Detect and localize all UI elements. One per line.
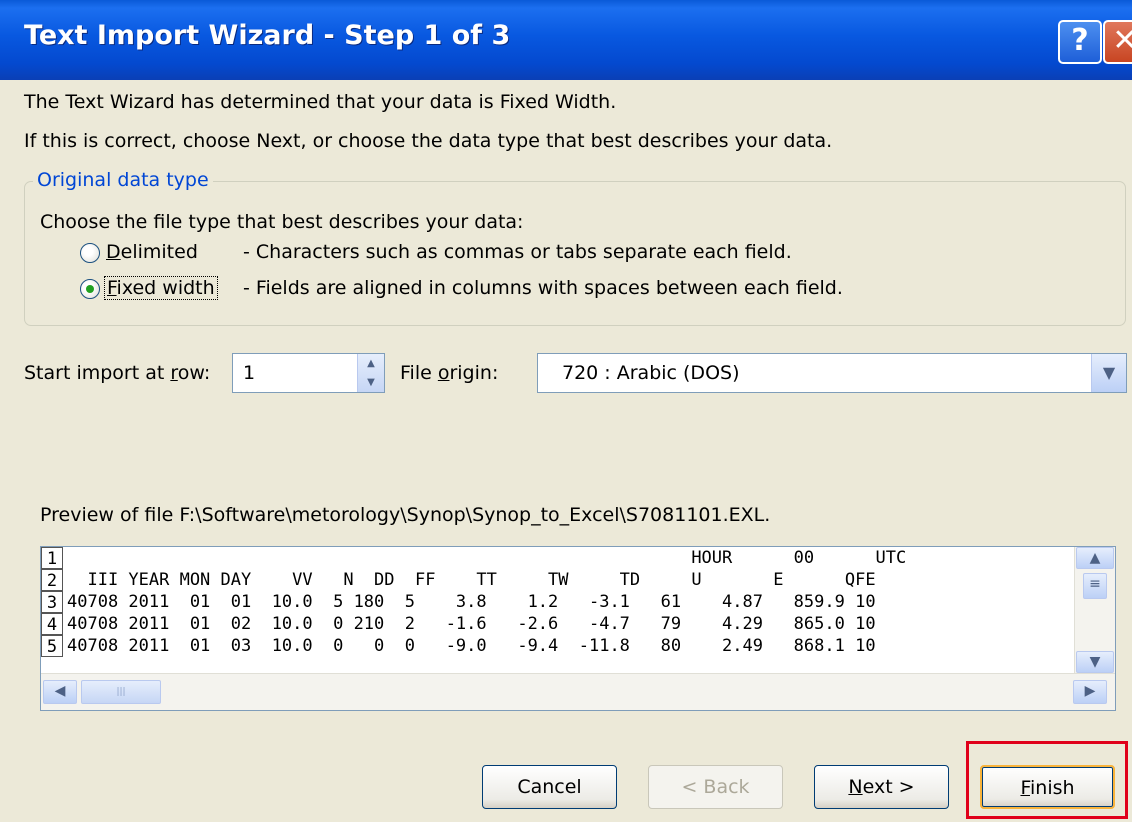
preview-line: 40708 2011 01 02 10.0 0 210 2 -1.6 -2.6 … [67,614,876,634]
scroll-right-icon[interactable]: ▶ [1073,680,1107,704]
intro-line-1: The Text Wizard has determined that your… [24,91,617,113]
file-origin-value: 720 : Arabic (DOS) [562,362,740,384]
start-row-value[interactable]: 1 [243,362,255,384]
preview-line: 40708 2011 01 01 10.0 5 180 5 3.8 1.2 -3… [67,592,876,612]
delimited-description: - Characters such as commas or tabs sepa… [243,241,792,263]
chevron-down-icon[interactable]: ▼ [1091,354,1126,392]
delimited-label[interactable]: Delimited [106,241,198,263]
finish-highlight-box [966,741,1128,819]
delimited-label-rest: elimited [120,241,198,263]
file-origin-label: File origin: [400,362,499,384]
start-row-label: Start import at row: [24,362,211,384]
fixed-width-description: - Fields are aligned in columns with spa… [243,277,843,299]
row-number-column: 1 2 3 4 5 [41,547,63,657]
cancel-button[interactable]: Cancel [482,765,617,809]
preview-line: III YEAR MON DAY VV N DD FF TT TW TD U E… [67,570,876,590]
text-import-wizard-dialog: Text Import Wizard - Step 1 of 3 ? ✕ The… [0,0,1132,822]
fixed-width-label[interactable]: Fixed width [104,276,218,300]
preview-lines: HOUR 00 UTC III YEAR MON DAY VV N DD FF … [67,547,1071,673]
next-button[interactable]: Next > [814,765,949,809]
title-bar[interactable]: Text Import Wizard - Step 1 of 3 ? ✕ [0,0,1132,80]
row-number: 2 [41,569,63,591]
group-legend: Original data type [33,169,213,191]
close-button[interactable]: ✕ [1103,20,1132,64]
row-number: 4 [41,613,63,635]
preview-caption: Preview of file F:\Software\metorology\S… [40,504,771,526]
preview-line: 40708 2011 01 03 10.0 0 0 0 -9.0 -9.4 -1… [67,636,876,656]
file-preview[interactable]: 1 2 3 4 5 HOUR 00 UTC III YEAR MON DAY V… [40,546,1116,711]
vertical-scroll-thumb[interactable]: ≡ [1083,573,1107,599]
file-origin-select[interactable]: 720 : Arabic (DOS) ▼ [537,353,1127,393]
back-button[interactable]: < Back [648,765,783,809]
scroll-up-icon[interactable]: ▲ [1076,547,1114,569]
intro-line-2: If this is correct, choose Next, or choo… [24,130,833,152]
scroll-left-icon[interactable]: ◀ [43,680,77,704]
fixed-width-label-rest: ixed width [116,277,215,299]
start-row-spinner[interactable]: 1 ▲ ▼ [232,353,385,393]
preview-line: HOUR 00 UTC [67,548,907,568]
radio-selected-dot [86,285,94,293]
fixed-width-radio[interactable] [80,279,100,299]
spin-up-icon[interactable]: ▲ [358,354,384,373]
horizontal-scroll-thumb[interactable]: ||| [81,680,161,704]
row-number: 3 [41,591,63,613]
horizontal-scrollbar[interactable]: ◀ ||| ▶ [41,673,1115,710]
file-type-prompt: Choose the file type that best describes… [40,211,524,233]
help-button[interactable]: ? [1058,20,1102,64]
window-title: Text Import Wizard - Step 1 of 3 [24,20,511,51]
scroll-down-icon[interactable]: ▼ [1076,651,1114,673]
row-number: 5 [41,635,63,657]
spin-down-icon[interactable]: ▼ [358,373,384,392]
spinner-buttons[interactable]: ▲ ▼ [357,354,384,392]
delimited-radio[interactable] [80,243,100,263]
row-number: 1 [41,547,63,569]
vertical-scrollbar[interactable]: ▲ ≡ ▼ [1074,547,1115,673]
